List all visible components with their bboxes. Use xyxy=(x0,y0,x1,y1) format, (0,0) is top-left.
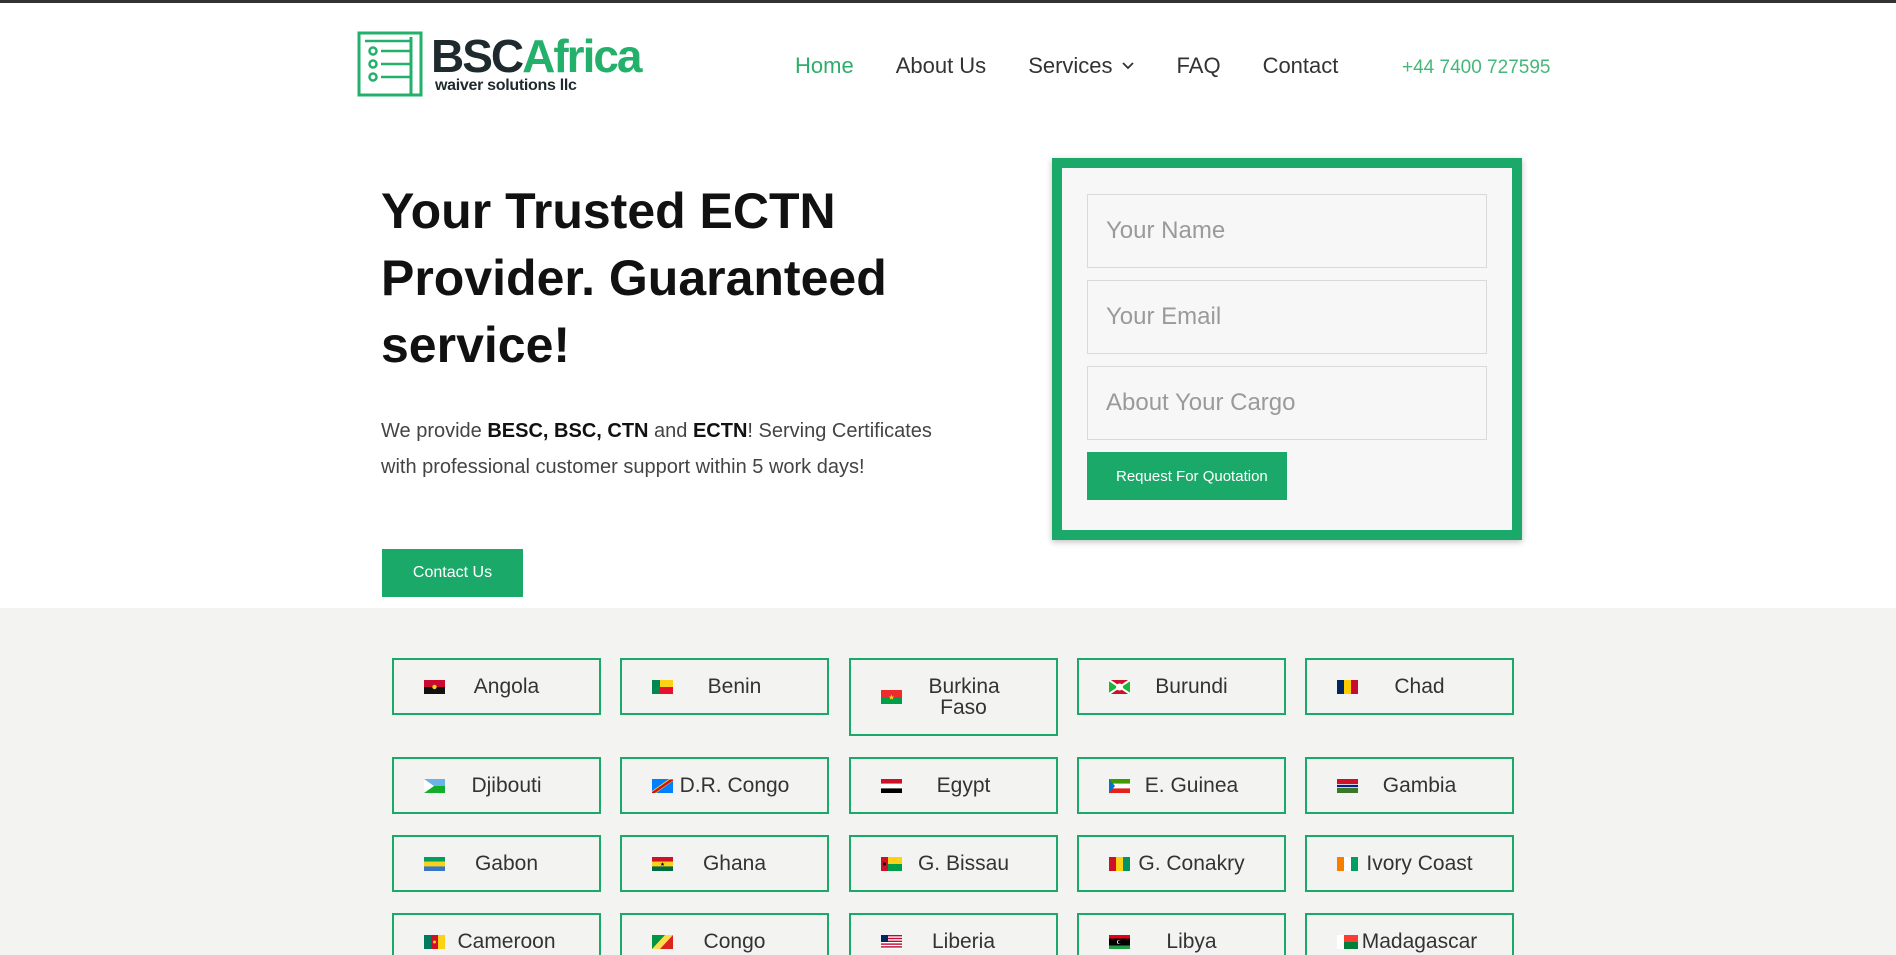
country-item[interactable]: Angola xyxy=(392,658,601,715)
request-quotation-button[interactable]: Request For Quotation xyxy=(1087,452,1287,500)
country-item[interactable]: Ghana xyxy=(620,835,829,892)
country-item[interactable]: G. Conakry xyxy=(1077,835,1286,892)
benin-flag-icon xyxy=(652,680,673,694)
quote-form: Request For Quotation xyxy=(1052,158,1522,540)
logo-subtitle: waiver solutions llc xyxy=(435,77,577,94)
country-item[interactable]: Egypt xyxy=(849,757,1058,814)
country-label: Egypt xyxy=(936,774,991,797)
country-label: Ivory Coast xyxy=(1366,852,1473,875)
country-item[interactable]: Gabon xyxy=(392,835,601,892)
country-label: Benin xyxy=(707,675,762,698)
angola-flag-icon xyxy=(424,680,445,694)
burkina-faso-flag-icon xyxy=(881,690,902,704)
country-item[interactable]: Djibouti xyxy=(392,757,601,814)
country-item[interactable]: Ivory Coast xyxy=(1305,835,1514,892)
country-label: Madagascar xyxy=(1361,930,1478,953)
country-label: G. Bissau xyxy=(917,852,1010,875)
country-label: Gambia xyxy=(1382,774,1457,797)
libya-flag-icon xyxy=(1109,935,1130,949)
phone-link[interactable]: +44 7400 727595 xyxy=(1402,57,1550,79)
cameroon-flag-icon xyxy=(424,935,445,949)
site-logo[interactable]: BSCAfrica waiver solutions llc xyxy=(357,30,643,97)
nav-about-us[interactable]: About Us xyxy=(896,53,987,79)
checklist-icon xyxy=(357,31,423,97)
country-item[interactable]: Madagascar xyxy=(1305,913,1514,955)
liberia-flag-icon xyxy=(881,935,902,949)
country-item[interactable]: G. Bissau xyxy=(849,835,1058,892)
country-item[interactable]: Cameroon xyxy=(392,913,601,955)
e-guinea-flag-icon xyxy=(1109,779,1130,793)
logo-wordmark: BSCAfrica xyxy=(431,30,643,82)
country-item[interactable]: Congo xyxy=(620,913,829,955)
contact-us-button[interactable]: Contact Us xyxy=(382,549,523,597)
country-item[interactable]: Benin xyxy=(620,658,829,715)
country-item[interactable]: Burkina Faso xyxy=(849,658,1058,736)
ivory-coast-flag-icon xyxy=(1337,857,1358,871)
main-nav: Home About Us Services FAQ Contact xyxy=(795,53,1380,79)
country-label: Ghana xyxy=(702,852,767,875)
country-label: Angola xyxy=(473,675,540,698)
country-item[interactable]: Gambia xyxy=(1305,757,1514,814)
burundi-flag-icon xyxy=(1109,680,1130,694)
country-label: Djibouti xyxy=(471,774,542,797)
countries-section: Angola Benin Burkina Faso Burundi Chad Djibou… xyxy=(0,608,1896,955)
chad-flag-icon xyxy=(1337,680,1358,694)
nav-services[interactable]: Services xyxy=(1028,53,1134,79)
country-label: Burundi xyxy=(1155,675,1228,698)
hero-title: Your Trusted ECTN Provider. Guaranteed s… xyxy=(381,183,887,373)
ghana-flag-icon xyxy=(652,857,673,871)
country-item[interactable]: Burundi xyxy=(1077,658,1286,715)
country-label: Gabon xyxy=(474,852,539,875)
dr-congo-flag-icon xyxy=(652,779,673,793)
g-bissau-flag-icon xyxy=(881,857,902,871)
country-label: Burkina Faso xyxy=(928,675,1000,719)
country-label: Cameroon xyxy=(457,930,556,953)
nav-home[interactable]: Home xyxy=(795,53,854,79)
country-label: E. Guinea xyxy=(1144,774,1239,797)
gabon-flag-icon xyxy=(424,857,445,871)
country-label: D.R. Congo xyxy=(679,774,790,797)
gambia-flag-icon xyxy=(1337,779,1358,793)
country-label: Libya xyxy=(1166,930,1217,953)
nav-contact[interactable]: Contact xyxy=(1263,53,1339,79)
email-field[interactable] xyxy=(1087,280,1487,354)
country-item[interactable]: Chad xyxy=(1305,658,1514,715)
madagascar-flag-icon xyxy=(1337,935,1358,949)
cargo-field[interactable] xyxy=(1087,366,1487,440)
site-header: BSCAfrica waiver solutions llc Home Abou… xyxy=(0,3,1896,123)
country-label: Chad xyxy=(1394,675,1445,698)
country-item[interactable]: Libya xyxy=(1077,913,1286,955)
country-item[interactable]: Liberia xyxy=(849,913,1058,955)
egypt-flag-icon xyxy=(881,779,902,793)
hero-description: We provide BESC, BSC, CTN and ECTN! Serv… xyxy=(381,420,932,478)
chevron-down-icon xyxy=(1121,62,1134,70)
name-field[interactable] xyxy=(1087,194,1487,268)
congo-flag-icon xyxy=(652,935,673,949)
country-label: Liberia xyxy=(931,930,996,953)
country-item[interactable]: D.R. Congo xyxy=(620,757,829,814)
country-item[interactable]: E. Guinea xyxy=(1077,757,1286,814)
g-conakry-flag-icon xyxy=(1109,857,1130,871)
country-label: G. Conakry xyxy=(1138,852,1245,875)
djibouti-flag-icon xyxy=(424,779,445,793)
nav-faq[interactable]: FAQ xyxy=(1177,53,1221,79)
country-label: Congo xyxy=(703,930,766,953)
